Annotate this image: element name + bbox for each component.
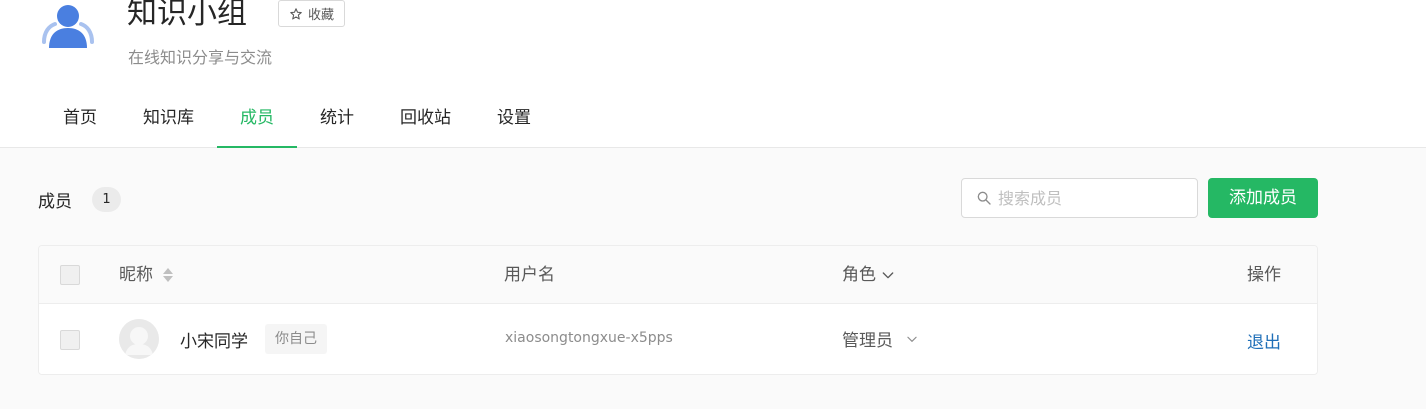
add-member-button[interactable]: 添加成员 <box>1208 178 1318 218</box>
favorite-button[interactable]: 收藏 <box>278 0 346 27</box>
column-nickname[interactable]: 昵称 <box>119 246 173 304</box>
tab-knowledge-base[interactable]: 知识库 <box>120 92 217 148</box>
member-role-label: 管理员 <box>842 331 893 351</box>
favorite-label: 收藏 <box>308 8 335 23</box>
tab-statistics[interactable]: 统计 <box>297 92 377 148</box>
tab-home[interactable]: 首页 <box>40 92 120 148</box>
member-username: xiaosongtongxue-x5pps <box>505 330 673 346</box>
select-all-checkbox[interactable] <box>60 265 80 285</box>
table-row: 小宋同学 你自己 xiaosongtongxue-x5pps 管理员 退出 <box>39 304 1317 374</box>
search-input[interactable] <box>998 188 1178 208</box>
chevron-down-icon[interactable] <box>880 267 896 283</box>
group-header: 知识小组 收藏 在线知识分享与交流 首页 知识库 成员 统计 回收站 设置 <box>0 0 1426 148</box>
members-table: 昵称 用户名 角色 操作 小宋同学 你自己 xiaosongtongxue-x5… <box>38 245 1318 375</box>
member-role-select[interactable]: 管理员 <box>842 326 919 351</box>
row-checkbox[interactable] <box>60 330 80 350</box>
group-description: 在线知识分享与交流 <box>128 48 273 67</box>
sort-icon[interactable] <box>163 268 173 282</box>
column-username: 用户名 <box>504 265 555 285</box>
self-tag: 你自己 <box>265 324 327 354</box>
column-nickname-label: 昵称 <box>119 265 153 285</box>
column-role-label: 角色 <box>842 265 876 285</box>
member-nickname: 小宋同学 <box>180 332 248 352</box>
member-search[interactable] <box>961 178 1198 218</box>
avatar <box>119 319 159 359</box>
table-header: 昵称 用户名 角色 操作 <box>39 246 1317 304</box>
column-operations: 操作 <box>1247 265 1281 285</box>
column-role[interactable]: 角色 <box>842 246 896 304</box>
quit-link[interactable]: 退出 <box>1247 328 1281 353</box>
members-section-title: 成员 <box>38 192 72 212</box>
group-people-icon <box>40 2 96 48</box>
tab-recycle-bin[interactable]: 回收站 <box>377 92 474 148</box>
group-title: 知识小组 <box>127 0 247 31</box>
nav-tabs: 首页 知识库 成员 统计 回收站 设置 <box>40 92 554 148</box>
chevron-down-icon <box>907 336 917 342</box>
tab-settings[interactable]: 设置 <box>474 92 554 148</box>
star-icon <box>290 7 302 19</box>
tab-members[interactable]: 成员 <box>217 92 297 148</box>
search-icon <box>977 191 991 205</box>
member-count-badge: 1 <box>92 187 121 212</box>
